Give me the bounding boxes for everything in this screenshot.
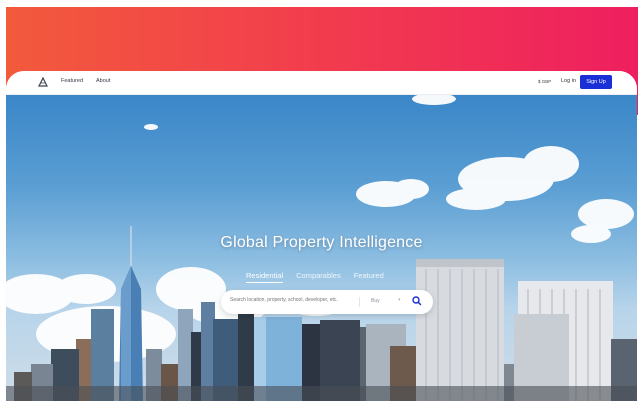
search-tabs: Residential Comparables Featured xyxy=(246,271,384,283)
browser-window: Featured About $ GBP Log in Sign Up Glob… xyxy=(6,71,637,401)
hero-section: Global Property Intelligence Residential… xyxy=(6,94,637,401)
tab-comparables[interactable]: Comparables xyxy=(296,271,341,283)
triangle-logo-icon[interactable] xyxy=(38,77,48,87)
hero-title: Global Property Intelligence xyxy=(220,234,423,251)
signup-button[interactable]: Sign Up xyxy=(580,75,612,89)
top-navbar: Featured About $ GBP Log in Sign Up xyxy=(6,71,637,95)
tab-residential[interactable]: Residential xyxy=(246,271,284,283)
buy-rent-select[interactable]: Buy xyxy=(371,298,380,304)
nav-link-about[interactable]: About xyxy=(96,78,110,84)
tab-featured[interactable]: Featured xyxy=(354,271,384,283)
login-link[interactable]: Log in xyxy=(561,78,576,84)
search-icon[interactable] xyxy=(411,295,423,307)
search-bar: Buy ▾ xyxy=(221,290,433,314)
search-input[interactable] xyxy=(230,297,355,303)
currency-selector[interactable]: $ GBP xyxy=(538,79,551,84)
search-divider xyxy=(359,297,360,307)
currency-label: GBP xyxy=(541,79,552,84)
chevron-down-icon[interactable]: ▾ xyxy=(398,297,401,303)
nav-link-featured[interactable]: Featured xyxy=(61,78,83,84)
